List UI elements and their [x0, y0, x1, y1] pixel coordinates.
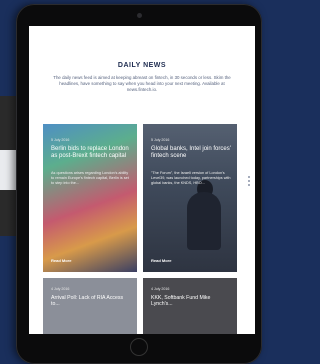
card-headline[interactable]: KKK, Softbank Fund Mike Lynch's... — [151, 295, 231, 308]
home-button[interactable] — [130, 338, 148, 356]
card-date: 4 July 2016 — [51, 287, 70, 291]
card-headline[interactable]: Global banks, Intel join forces' fintech… — [151, 146, 231, 161]
page-title: DAILY NEWS — [117, 62, 167, 69]
card-headline[interactable]: Arrival Poll: Lack of RIA Access to... — [51, 295, 131, 308]
page-description: The daily news feed is aimed at keeping … — [53, 75, 231, 93]
pager-dot[interactable] — [248, 180, 250, 182]
card-date: 4 July 2016 — [151, 287, 170, 291]
page-indicator[interactable] — [248, 176, 251, 188]
tablet-device: DAILY NEWS The daily news feed is aimed … — [16, 4, 262, 364]
card-date: 5 July 2016 — [51, 138, 70, 142]
news-card[interactable]: 4 July 2016 Arrival Poll: Lack of RIA Ac… — [43, 278, 137, 334]
news-card[interactable]: 5 July 2016 Global banks, Intel join for… — [143, 124, 237, 272]
news-card[interactable]: 4 July 2016 KKK, Softbank Fund Mike Lync… — [143, 278, 237, 334]
camera-icon — [137, 13, 142, 18]
pager-dot[interactable] — [248, 184, 250, 186]
card-date: 5 July 2016 — [151, 138, 170, 142]
card-summary: As questions arises regarding London's a… — [51, 171, 129, 185]
tablet-screen: DAILY NEWS The daily news feed is aimed … — [29, 26, 255, 334]
card-summary: "The Forum", the Israeli version of Lond… — [151, 171, 231, 185]
read-more-link[interactable]: Read More — [51, 258, 71, 263]
pager-dot[interactable] — [248, 176, 250, 178]
news-card[interactable]: 5 July 2016 Berlin bids to replace Londo… — [43, 124, 137, 272]
read-more-link[interactable]: Read More — [151, 258, 171, 263]
card-headline[interactable]: Berlin bids to replace London as post-Br… — [51, 146, 131, 161]
person-photo — [187, 192, 221, 250]
